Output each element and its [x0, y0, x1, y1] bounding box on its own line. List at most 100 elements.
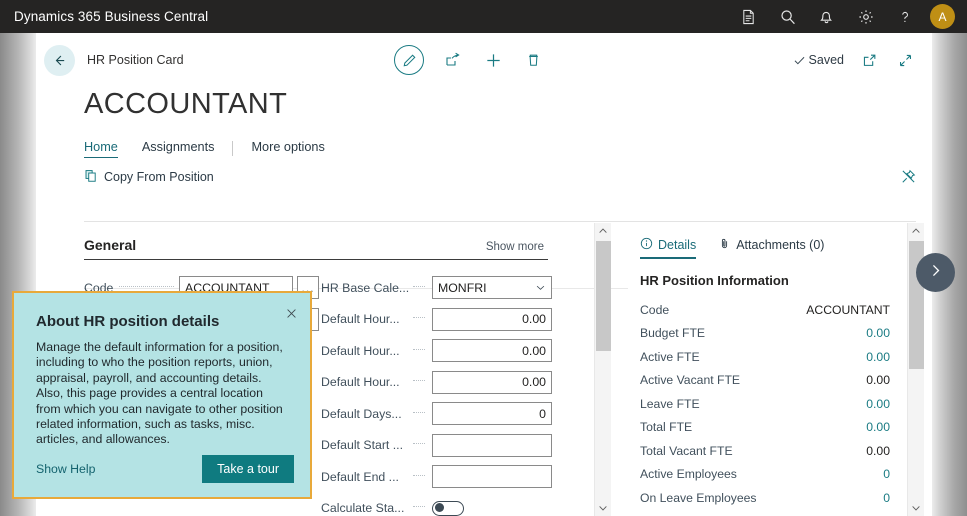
default-days-input[interactable]: 0 — [432, 402, 552, 425]
factbox-row-leave-fte: Leave FTE 0.00 — [640, 392, 890, 416]
factbox-row-total-vacant-fte: Total Vacant FTE 0.00 — [640, 439, 890, 463]
factbox-tab-details[interactable]: Details — [640, 237, 696, 259]
app-title: Dynamics 365 Business Central — [14, 9, 208, 24]
field-default-hours-2: Default Hour... 0.00 — [321, 335, 554, 367]
saved-label: Saved — [809, 53, 844, 67]
factbox-row-value: 0.00 — [866, 373, 890, 387]
factbox-row-budget-fte: Budget FTE 0.00 — [640, 322, 890, 346]
default-end-input[interactable] — [432, 465, 552, 488]
new-plus-icon[interactable] — [482, 49, 504, 71]
tab-strip-wrapper: Home Assignments More options — [36, 137, 932, 161]
factbox-row-active-fte: Active FTE 0.00 — [640, 345, 890, 369]
tab-separator — [232, 141, 233, 156]
scroll-down-arrow-icon[interactable] — [595, 500, 611, 516]
factbox-tab-attachments[interactable]: Attachments (0) — [718, 237, 824, 259]
tab-strip: Home Assignments More options — [84, 137, 932, 161]
leader-dots — [119, 286, 174, 287]
factbox-row-on-leave-employees: On Leave Employees 0 — [640, 486, 890, 510]
paperclip-icon — [718, 237, 731, 253]
factbox-row-active-vacant-fte: Active Vacant FTE 0.00 — [640, 369, 890, 393]
check-icon — [793, 54, 806, 67]
leader-dots — [413, 506, 425, 507]
sub-bar-divider — [84, 221, 916, 222]
factbox-row-label: Leave FTE — [640, 397, 700, 411]
factbox-row-value: 0.00 — [866, 444, 890, 458]
help-question-icon[interactable] — [885, 0, 924, 33]
collapse-icon[interactable] — [894, 49, 916, 71]
calculate-status-toggle[interactable] — [432, 501, 464, 516]
field-default-hours-1: Default Hour... 0.00 — [321, 304, 554, 336]
default-hours-1-input[interactable]: 0.00 — [432, 308, 552, 331]
factbox-row-label: Active FTE — [640, 350, 700, 364]
field-default-end: Default End ... — [321, 461, 554, 493]
command-bar: HR Position Card — [36, 33, 932, 87]
callout-title: About HR position details — [36, 313, 294, 330]
field-column-right: HR Base Cale... MONFRI Default Hour... — [319, 272, 554, 516]
field-default-hours-1-label: Default Hour... — [321, 312, 407, 326]
field-default-hours-3: Default Hour... 0.00 — [321, 367, 554, 399]
field-default-hours-2-label: Default Hour... — [321, 344, 407, 358]
factbox-row-value[interactable]: 0.00 — [866, 397, 890, 411]
copy-icon — [84, 169, 98, 186]
scroll-up-arrow-icon[interactable] — [908, 223, 924, 239]
show-more-link[interactable]: Show more — [486, 241, 544, 253]
scrollbar-thumb[interactable] — [596, 241, 611, 351]
take-a-tour-button[interactable]: Take a tour — [202, 455, 294, 483]
leader-dots — [413, 349, 425, 350]
factbox-row-no-of-hr-tasks: No. of HR Tasks 0 — [640, 510, 890, 516]
back-button[interactable] — [44, 45, 75, 76]
leader-dots — [413, 380, 425, 381]
factbox-row-value[interactable]: 0 — [883, 491, 890, 505]
top-navigation-bar: Dynamics 365 Business Central — [0, 0, 967, 33]
copy-from-position-button[interactable]: Copy From Position — [84, 169, 214, 186]
scroll-down-arrow-icon[interactable] — [908, 500, 924, 516]
leader-dots — [413, 286, 425, 287]
factbox-row-value[interactable]: 0 — [883, 467, 890, 481]
field-calculate-status-label: Calculate Sta... — [321, 501, 407, 515]
general-section-header: General Show more — [84, 223, 548, 260]
factbox-tab-attachments-label: Attachments (0) — [736, 238, 824, 252]
factbox-row-label: Code — [640, 303, 669, 317]
main-pane-scrollbar[interactable] — [594, 223, 611, 516]
command-right-group: Saved — [793, 33, 916, 87]
tab-assignments[interactable]: Assignments — [142, 140, 215, 157]
notification-bell-icon[interactable] — [807, 0, 846, 33]
field-default-start: Default Start ... — [321, 430, 554, 462]
scroll-up-arrow-icon[interactable] — [595, 223, 611, 239]
tab-more-options[interactable]: More options — [251, 140, 324, 157]
open-in-new-window-icon[interactable] — [858, 49, 880, 71]
edit-pencil-icon[interactable] — [394, 45, 424, 75]
factbox-row-value[interactable]: 0.00 — [866, 420, 890, 434]
factbox-pane: Details Attachments (0) HR Position Info… — [628, 223, 932, 516]
factbox-tabs: Details Attachments (0) — [628, 233, 932, 259]
search-icon[interactable] — [768, 0, 807, 33]
tab-home[interactable]: Home — [84, 140, 118, 157]
leader-dots — [413, 412, 425, 413]
hr-base-calendar-select[interactable]: MONFRI — [432, 276, 552, 299]
factbox-row-value[interactable]: 0.00 — [866, 326, 890, 340]
command-actions — [394, 33, 544, 87]
breadcrumb[interactable]: HR Position Card — [87, 53, 184, 67]
field-default-start-label: Default Start ... — [321, 438, 407, 452]
default-hours-3-input[interactable]: 0.00 — [432, 371, 552, 394]
user-avatar[interactable]: A — [930, 4, 955, 29]
field-default-hours-3-label: Default Hour... — [321, 375, 407, 389]
hr-base-calendar-value: MONFRI — [438, 281, 487, 295]
gear-icon[interactable] — [846, 0, 885, 33]
show-help-link[interactable]: Show Help — [36, 462, 95, 476]
close-icon[interactable] — [285, 307, 298, 325]
report-icon[interactable] — [729, 0, 768, 33]
saved-status: Saved — [793, 53, 844, 67]
field-default-days: Default Days... 0 — [321, 398, 554, 430]
share-icon[interactable] — [442, 49, 464, 71]
field-calculate-status: Calculate Sta... — [321, 493, 554, 516]
unpin-icon[interactable] — [901, 169, 916, 189]
factbox-row-label: Total Vacant FTE — [640, 444, 733, 458]
default-start-input[interactable] — [432, 434, 552, 457]
factbox-row-label: On Leave Employees — [640, 491, 757, 505]
factbox-row-active-employees: Active Employees 0 — [640, 463, 890, 487]
default-hours-2-input[interactable]: 0.00 — [432, 339, 552, 362]
expand-right-chevron-button[interactable] — [916, 253, 955, 292]
delete-trash-icon[interactable] — [522, 49, 544, 71]
factbox-row-value[interactable]: 0.00 — [866, 350, 890, 364]
